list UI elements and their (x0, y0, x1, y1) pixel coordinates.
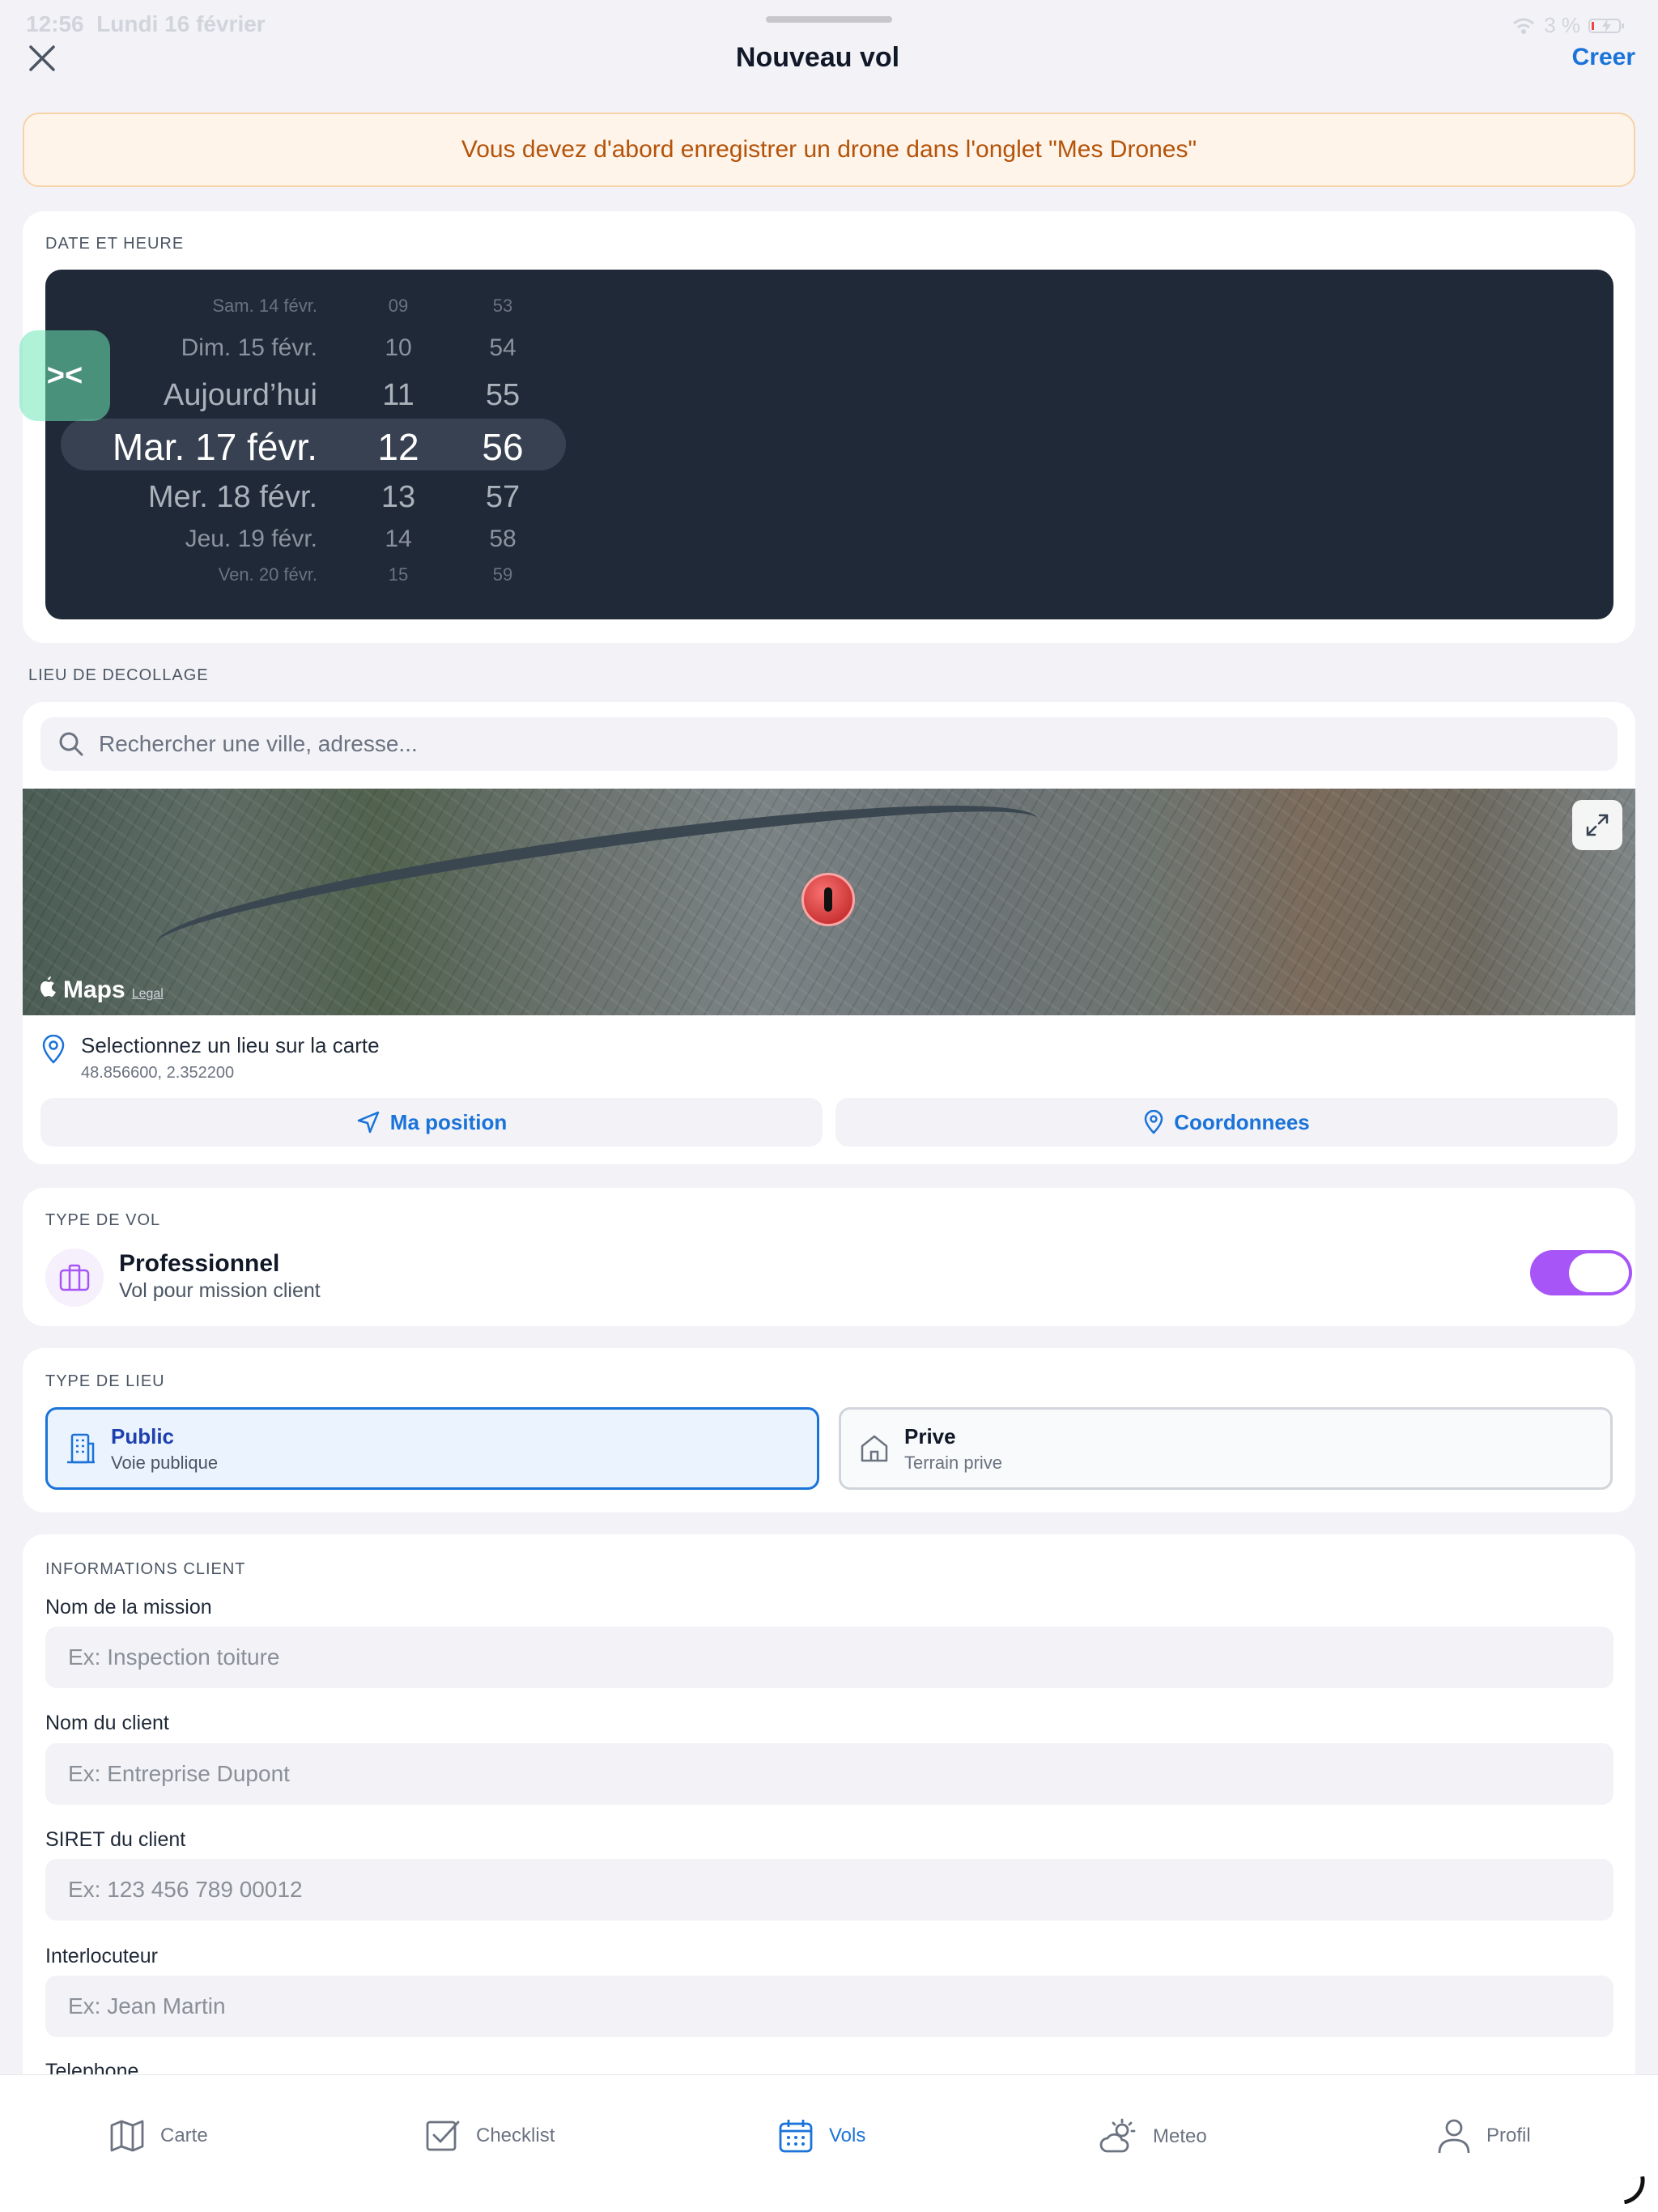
client-name-label: Nom du client (45, 1712, 169, 1734)
search-icon (59, 732, 83, 756)
location-pin-icon (42, 1035, 65, 1064)
siret-label: SIRET du client (45, 1828, 186, 1851)
picker-row-selected[interactable]: Mar. 17 févr. 12 56 (45, 425, 612, 468)
location-coordinates: 48.856600, 2.352200 (81, 1064, 235, 1082)
location-text: Selectionnez un lieu sur la carte (81, 1033, 380, 1057)
navigation-arrow-icon (357, 1111, 380, 1134)
client-info-label: INFORMATIONS CLIENT (45, 1560, 246, 1578)
picker-row[interactable]: Aujourd’hui 11 55 (45, 378, 612, 412)
mission-name-input[interactable] (45, 1627, 1613, 1688)
date-time-picker[interactable]: Sam. 14 févr. 09 53 Dim. 15 févr. 10 54 Aujour… (45, 270, 1613, 619)
user-icon (1438, 2119, 1470, 2154)
picker-day: Ven. 20 févr. (218, 564, 317, 585)
coordinates-button[interactable]: Coordonnees (835, 1098, 1618, 1146)
create-button[interactable]: Creer (1572, 44, 1635, 71)
picker-row[interactable]: Jeu. 19 févr. 14 58 (45, 525, 612, 558)
map-pin[interactable] (801, 873, 855, 926)
flight-type-title: Professionnel (119, 1250, 280, 1277)
expand-icon (1586, 814, 1609, 836)
picker-minute: 56 (482, 426, 524, 468)
picker-day: Mer. 18 févr. (147, 480, 317, 514)
maps-logo: Maps Legal (39, 976, 164, 1004)
picker-row[interactable]: Mer. 18 févr. 13 57 (45, 480, 612, 514)
location-search[interactable] (40, 717, 1618, 771)
weather-icon (1099, 2118, 1136, 2153)
location-pin-icon (1144, 1110, 1163, 1134)
picker-hour: 09 (388, 296, 409, 316)
picker-hour: 15 (388, 564, 409, 585)
takeoff-label: LIEU DE DECOLLAGE (28, 666, 209, 684)
place-option-title: Public (111, 1423, 175, 1448)
search-input[interactable] (99, 731, 1556, 757)
briefcase-icon (59, 1264, 90, 1291)
checklist-icon (426, 2121, 460, 2151)
calendar-icon (779, 2120, 813, 2153)
building-icon (67, 1433, 95, 1464)
contact-input[interactable] (45, 1976, 1613, 2037)
sheet-grabber[interactable] (766, 16, 892, 23)
my-position-button[interactable]: Ma position (40, 1098, 823, 1146)
map-river (150, 789, 1045, 989)
tab-profil[interactable]: Profil (1436, 2117, 1531, 2155)
picker-minute: 59 (492, 564, 513, 585)
picker-hour: 12 (377, 426, 419, 468)
picker-minute: 58 (489, 525, 517, 552)
mission-name-label: Nom de la mission (45, 1596, 212, 1619)
tab-checklist[interactable]: Checklist (424, 2117, 555, 2155)
apple-logo-icon (40, 976, 56, 997)
picker-minute: 54 (489, 334, 517, 361)
map-expand-button[interactable] (1572, 800, 1622, 850)
tab-vols[interactable]: Vols (777, 2117, 865, 2155)
picker-day: Sam. 14 févr. (212, 296, 317, 316)
siret-input[interactable] (45, 1859, 1613, 1921)
place-option-title: Prive (904, 1423, 956, 1448)
place-option-private[interactable]: Prive Terrain prive (839, 1407, 1613, 1490)
page-title: Nouveau vol (735, 42, 900, 73)
split-view-handle[interactable]: >< (19, 330, 110, 421)
place-option-public[interactable]: Public Voie publique (45, 1407, 819, 1490)
picker-row[interactable]: Dim. 15 févr. 10 54 (45, 334, 612, 367)
picker-minute: 53 (492, 296, 513, 316)
picker-hour: 14 (385, 525, 412, 552)
place-type-label: TYPE DE LIEU (45, 1372, 165, 1390)
flight-type-subtitle: Vol pour mission client (119, 1279, 321, 1302)
place-option-subtitle: Voie publique (111, 1452, 219, 1473)
tab-carte[interactable]: Carte (108, 2117, 208, 2155)
warning-banner: Vous devez d'abord enregistrer un drone … (23, 113, 1635, 187)
battery-icon (1588, 18, 1624, 33)
map-icon (110, 2120, 144, 2152)
professional-toggle[interactable] (1530, 1250, 1632, 1295)
picker-hour: 11 (382, 378, 414, 412)
tab-meteo[interactable]: Meteo (1099, 2117, 1207, 2156)
tab-bar: Carte Checklist Vols Meteo Profil (0, 2074, 1658, 2212)
picker-day: Mar. 17 févr. (112, 426, 317, 468)
status-time: 12:56 Lundi 16 février (26, 11, 266, 36)
date-time-label: DATE ET HEURE (45, 235, 185, 253)
picker-day: Aujourd’hui (163, 378, 317, 412)
status-indicators: 3 % (1511, 13, 1626, 38)
client-name-input[interactable] (45, 1743, 1613, 1805)
picker-minute: 55 (485, 378, 521, 412)
picker-hour: 13 (380, 480, 416, 514)
maps-legal-link[interactable]: Legal (132, 987, 164, 1002)
home-icon (861, 1435, 888, 1462)
wifi-icon (1513, 18, 1535, 34)
contact-label: Interlocuteur (45, 1945, 158, 1967)
picker-minute: 57 (485, 480, 521, 514)
picker-row[interactable]: Sam. 14 févr. 09 53 (45, 296, 612, 328)
picker-hour: 10 (385, 334, 412, 361)
flight-type-label: TYPE DE VOL (45, 1211, 161, 1229)
place-option-subtitle: Terrain prive (904, 1452, 1003, 1473)
toggle-knob (1569, 1253, 1629, 1292)
picker-day: Dim. 15 févr. (181, 334, 317, 361)
picker-day: Jeu. 19 févr. (185, 525, 317, 552)
briefcase-icon-container (45, 1249, 104, 1307)
battery-percent: 3 % (1544, 13, 1580, 37)
picker-row[interactable]: Ven. 20 févr. 15 59 (45, 564, 612, 597)
